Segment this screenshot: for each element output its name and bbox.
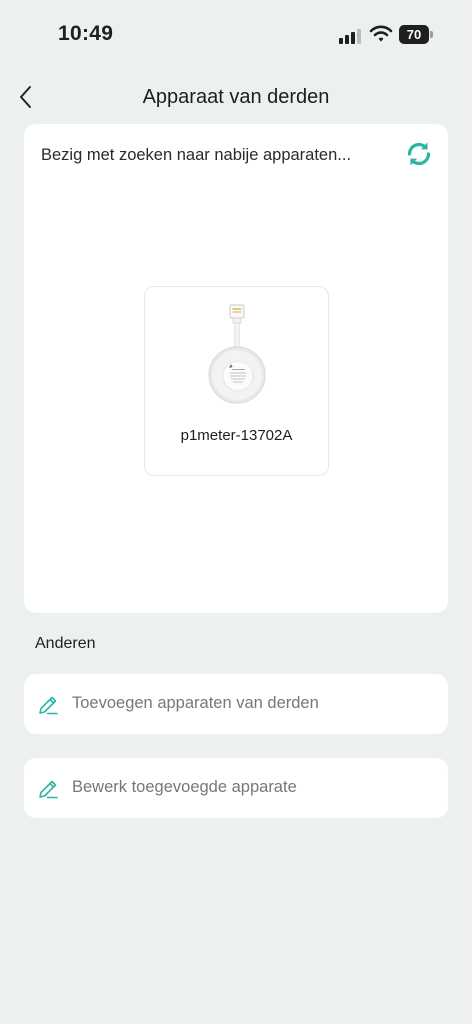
device-tile[interactable]: p1meter-13702A — [144, 286, 329, 476]
p1-meter-device-image — [201, 303, 273, 411]
refresh-icon — [407, 142, 431, 166]
battery-level: 70 — [399, 25, 429, 44]
device-name: p1meter-13702A — [180, 427, 293, 444]
navigation-bar: Apparaat van derden — [0, 75, 472, 119]
search-status-text: Bezig met zoeken naar nabije apparaten..… — [41, 146, 352, 164]
device-search-card: Bezig met zoeken naar nabije apparaten..… — [24, 124, 448, 613]
wifi-icon — [369, 24, 393, 44]
page-title: Apparaat van derden — [142, 86, 330, 108]
add-third-party-device-label: Toevoegen apparaten van derden — [72, 694, 319, 712]
refresh-button[interactable] — [404, 139, 434, 169]
add-third-party-device-button[interactable]: Toevoegen apparaten van derden — [24, 674, 448, 734]
cellular-signal-icon — [339, 28, 363, 44]
edit-added-devices-button[interactable]: Bewerk toegevoegde apparate — [24, 758, 448, 818]
pencil-icon — [39, 780, 58, 799]
edit-added-devices-label: Bewerk toegevoegde apparate — [72, 778, 297, 796]
status-time: 10:49 — [58, 22, 114, 45]
pencil-icon — [39, 696, 58, 715]
others-section-label: Anderen — [35, 635, 96, 652]
battery-icon: 70 — [399, 25, 433, 44]
status-bar: 10:49 70 — [0, 0, 472, 70]
